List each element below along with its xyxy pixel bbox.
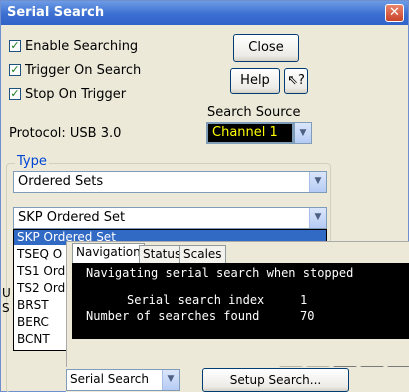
checkmark-icon: ✓ <box>9 63 21 76</box>
chevron-down-icon[interactable]: ▼ <box>162 370 179 390</box>
ordered-set-select[interactable]: SKP Ordered Set ▼ <box>13 207 327 229</box>
trigger-on-search-checkbox[interactable]: ✓ Trigger On Search <box>9 61 141 79</box>
checkmark-icon: ✓ <box>9 39 21 52</box>
whats-this-button[interactable]: ⇖? <box>284 68 308 94</box>
hidden-label-u: U <box>2 286 11 300</box>
trigger-on-search-label: Trigger On Search <box>25 62 142 78</box>
type-select-value: Ordered Sets <box>18 174 104 189</box>
help-button[interactable]: Help <box>230 68 280 94</box>
search-index-label: Serial search index <box>127 293 265 307</box>
stop-on-trigger-label: Stop On Trigger <box>25 86 127 102</box>
chevron-down-icon[interactable]: ▼ <box>309 172 326 192</box>
hidden-label-s: S <box>2 301 10 315</box>
search-source-select[interactable]: Channel 1 <box>206 122 294 144</box>
title-bar[interactable]: Serial Search ✕ <box>1 1 408 25</box>
search-index-value: 1 <box>300 293 308 307</box>
type-legend: Type <box>15 154 49 169</box>
enable-searching-checkbox[interactable]: ✓ Enable Searching <box>9 37 138 55</box>
checkmark-icon: ✓ <box>9 87 21 100</box>
chevron-down-icon[interactable]: ▼ <box>294 122 312 144</box>
search-count-value: 70 <box>300 309 315 323</box>
stop-on-trigger-checkbox[interactable]: ✓ Stop On Trigger <box>9 85 126 103</box>
tab-scales[interactable]: Scales <box>179 245 226 263</box>
search-source-value: Channel 1 <box>212 125 278 140</box>
chevron-down-icon[interactable]: ▼ <box>309 208 326 228</box>
search-count-label: Number of searches found <box>86 309 260 323</box>
type-select[interactable]: Ordered Sets ▼ <box>13 171 327 193</box>
tab-navigation[interactable]: Navigation <box>72 243 145 264</box>
window-title: Serial Search <box>7 5 105 20</box>
search-mode-select[interactable]: Serial Search ▼ <box>66 369 180 391</box>
whats-this-icon: ⇖? <box>287 73 305 88</box>
navigation-output: Navigating serial search when stopped Se… <box>72 263 409 339</box>
search-source-label: Search Source <box>207 105 301 120</box>
close-button[interactable]: Close <box>233 34 299 62</box>
close-icon[interactable]: ✕ <box>385 4 404 22</box>
enable-searching-label: Enable Searching <box>25 38 139 54</box>
search-mode-value: Serial Search <box>70 372 149 386</box>
ordered-set-select-value: SKP Ordered Set <box>18 210 126 225</box>
setup-search-button[interactable]: Setup Search... <box>202 368 349 392</box>
navigation-status-text: Navigating serial search when stopped <box>86 266 354 280</box>
protocol-label: Protocol: USB 3.0 <box>9 126 122 141</box>
